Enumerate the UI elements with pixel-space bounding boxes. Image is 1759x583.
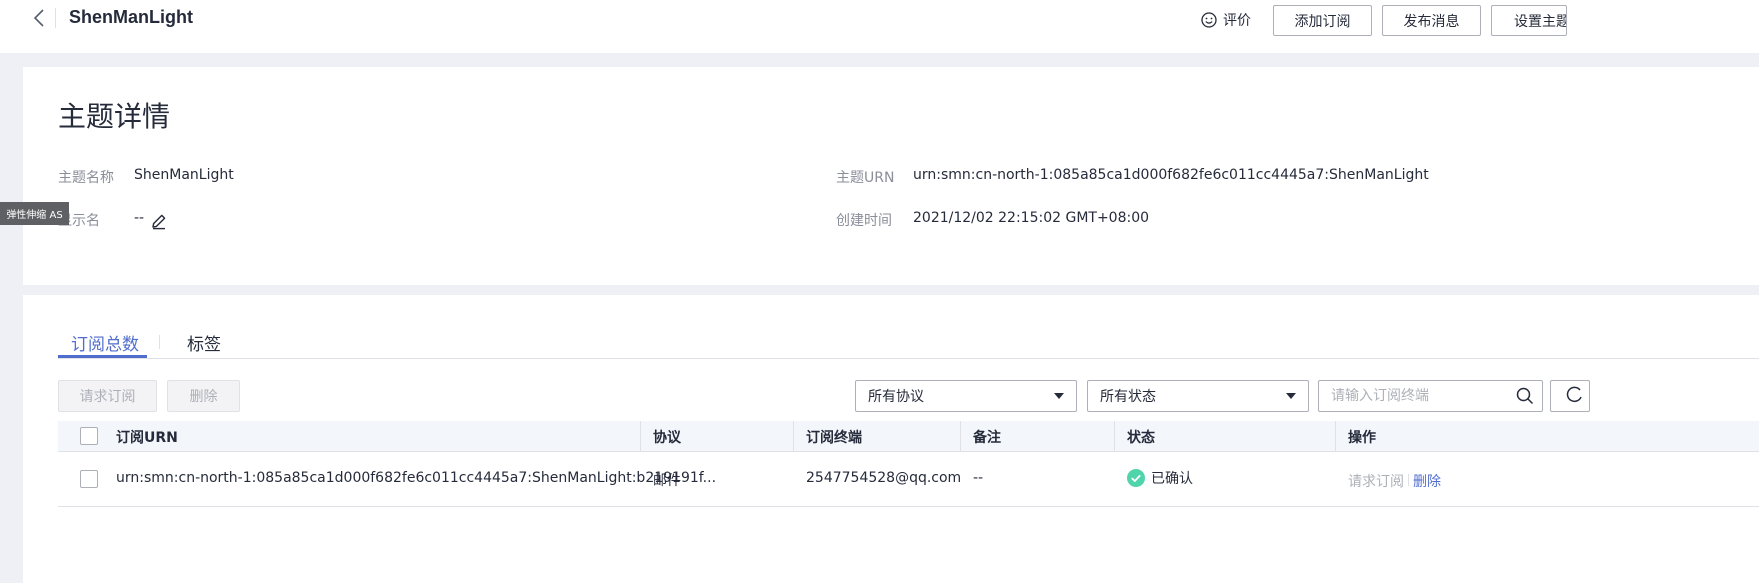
tab-subscriptions[interactable]: 订阅总数 (71, 330, 139, 355)
tab-bar: 订阅总数 标签 (58, 330, 1759, 359)
tab-divider (159, 335, 160, 349)
set-topic-button[interactable]: 设置主题 (1491, 5, 1567, 36)
refresh-button[interactable] (1550, 380, 1590, 412)
select-all-checkbox[interactable] (80, 427, 98, 445)
col-urn[interactable]: 订阅URN (116, 427, 178, 447)
caret-down-icon (1054, 393, 1064, 399)
edit-icon[interactable] (150, 212, 168, 230)
protocol-select[interactable]: 所有协议 (855, 380, 1077, 412)
status-text: 已确认 (1151, 471, 1193, 487)
row-checkbox[interactable] (80, 470, 98, 488)
rate-button[interactable]: 评价 (1201, 9, 1251, 31)
table-row: urn:smn:cn-north-1:085a85ca1d000f682fe6c… (58, 452, 1759, 507)
check-circle-icon (1127, 469, 1145, 487)
column-divider (640, 421, 641, 452)
display-name-value: -- (134, 210, 145, 226)
column-divider (1114, 421, 1115, 452)
col-protocol[interactable]: 协议 (653, 427, 681, 447)
search-icon[interactable] (1516, 387, 1534, 405)
smiley-icon (1201, 12, 1217, 28)
topic-detail-card: 主题详情 主题名称 ShenManLight 显示名 -- 主题URN urn:… (23, 67, 1759, 285)
table-header: 订阅URN 协议 订阅终端 备注 状态 操作 (58, 421, 1759, 452)
caret-down-icon (1286, 393, 1296, 399)
delete-button[interactable]: 删除 (167, 380, 240, 412)
column-divider (960, 421, 961, 452)
status-select[interactable]: 所有状态 (1087, 380, 1309, 412)
created-time-value: 2021/12/02 22:15:02 GMT+08:00 (913, 210, 1150, 226)
refresh-icon (1566, 386, 1582, 403)
cell-endpoint: 2547754528@qq.com (806, 470, 962, 486)
topic-name-value: ShenManLight (134, 167, 234, 183)
active-tab-indicator (58, 355, 147, 358)
title-divider (55, 8, 56, 28)
cell-urn: urn:smn:cn-north-1:085a85ca1d000f682fe6c… (116, 470, 717, 486)
page-title: ShenManLight (69, 7, 193, 27)
cell-remark: -- (973, 470, 984, 486)
col-endpoint[interactable]: 订阅终端 (806, 427, 862, 447)
add-subscription-button[interactable]: 添加订阅 (1273, 5, 1372, 36)
rate-label: 评价 (1223, 13, 1251, 29)
topic-name-label: 主题名称 (58, 170, 114, 186)
col-actions: 操作 (1348, 430, 1376, 446)
cell-protocol: 邮件 (653, 473, 681, 489)
endpoint-search-input[interactable] (1319, 381, 1509, 411)
col-status[interactable]: 状态 (1127, 427, 1155, 447)
topic-urn-label: 主题URN (836, 170, 895, 186)
chevron-left-icon (33, 9, 44, 27)
subscription-card: 订阅总数 标签 请求订阅 删除 所有协议 所有状态 订阅URN 协议 订阅终端 … (23, 295, 1759, 583)
status-select-value: 所有状态 (1100, 389, 1156, 405)
row-delete-link[interactable]: 删除 (1413, 471, 1441, 491)
row-request-subscription-link[interactable]: 请求订阅 (1348, 471, 1404, 491)
section-title: 主题详情 (58, 100, 171, 133)
action-divider (1408, 474, 1409, 486)
cell-status: 已确认 (1127, 468, 1193, 488)
column-divider (1335, 421, 1336, 452)
protocol-select-value: 所有协议 (868, 389, 924, 405)
endpoint-search (1318, 380, 1543, 412)
publish-message-button[interactable]: 发布消息 (1382, 5, 1481, 36)
back-button[interactable] (28, 6, 50, 30)
column-divider (793, 421, 794, 452)
top-header: ShenManLight 评价 添加订阅 发布消息 设置主题 (0, 0, 1759, 53)
topic-urn-value: urn:smn:cn-north-1:085a85ca1d000f682fe6c… (913, 167, 1429, 183)
as-service-tag[interactable]: 弹性伸缩 AS (0, 202, 69, 225)
request-subscription-button[interactable]: 请求订阅 (58, 380, 157, 412)
tab-tags[interactable]: 标签 (187, 330, 221, 355)
col-remark[interactable]: 备注 (973, 427, 1001, 447)
created-time-label: 创建时间 (836, 213, 892, 229)
